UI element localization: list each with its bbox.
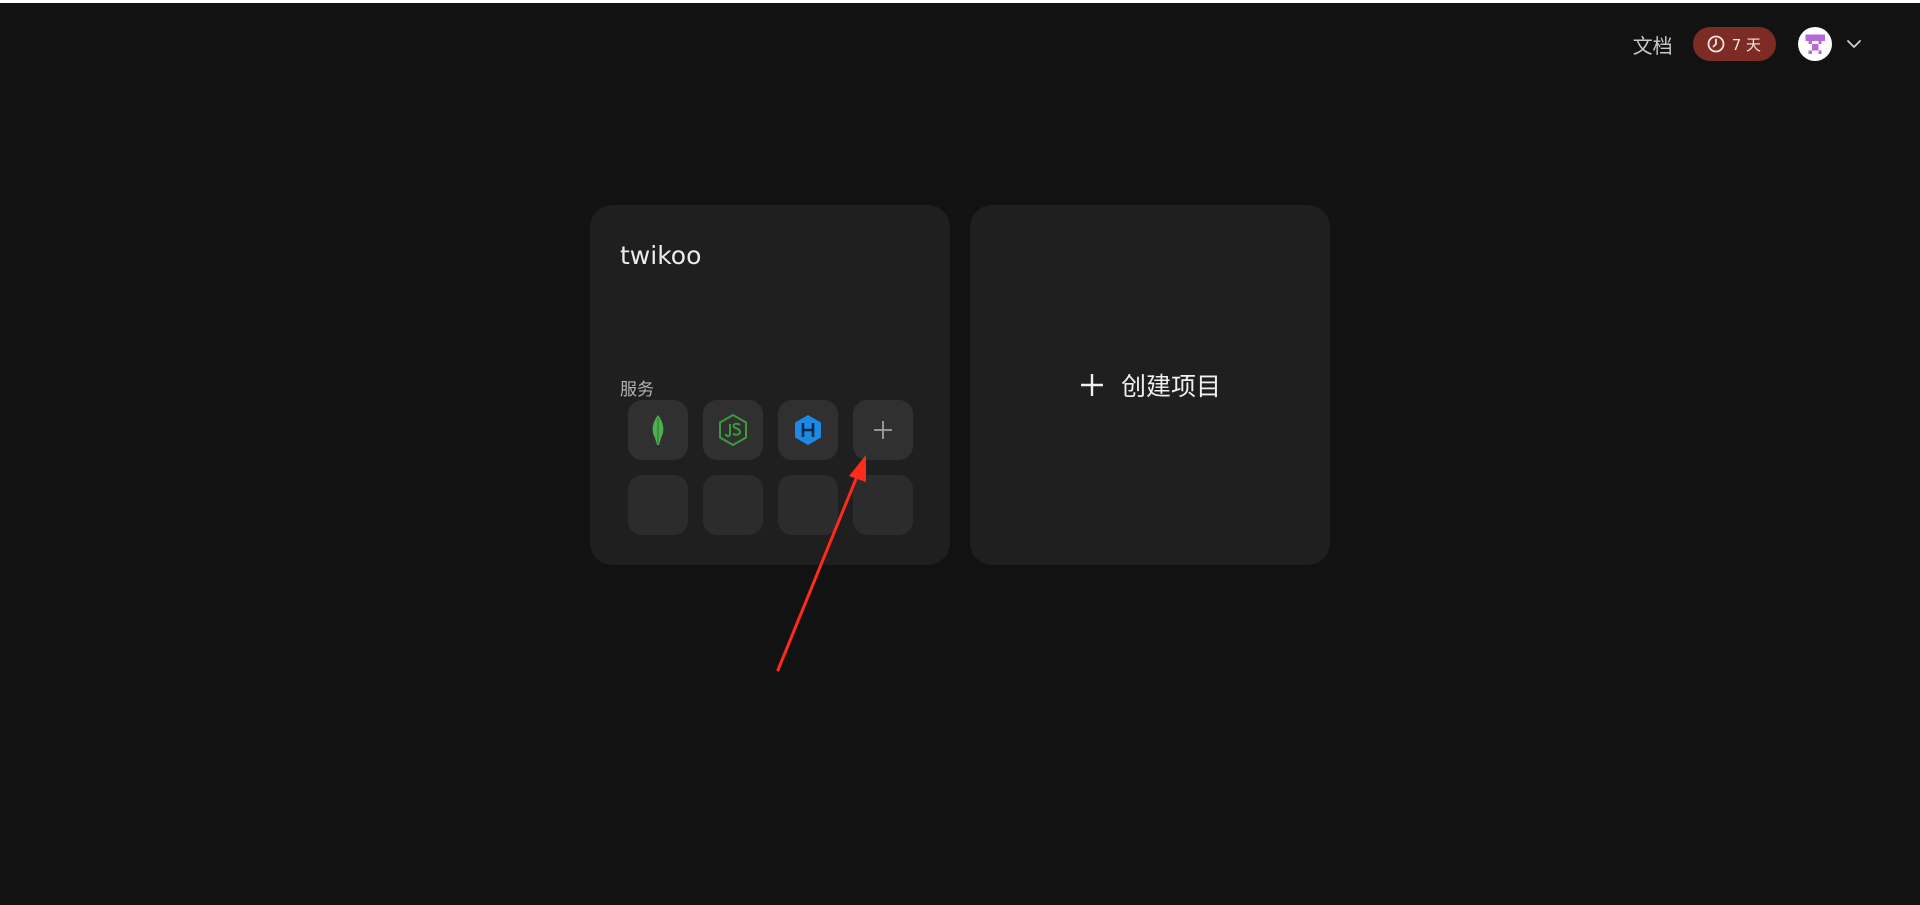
project-card[interactable]: twikoo 服务 bbox=[590, 205, 950, 565]
header: 文档 7 天 bbox=[1633, 26, 1864, 62]
mongodb-leaf-icon bbox=[652, 415, 664, 445]
top-border bbox=[0, 0, 1920, 3]
empty-service-slot bbox=[853, 475, 913, 535]
service-nodejs[interactable] bbox=[703, 400, 763, 460]
clock-icon bbox=[1706, 34, 1726, 54]
empty-service-slot bbox=[778, 475, 838, 535]
services-label: 服务 bbox=[620, 380, 654, 400]
add-service-button[interactable] bbox=[853, 400, 913, 460]
project-name: twikoo bbox=[620, 241, 702, 270]
service-grid bbox=[628, 400, 913, 535]
trial-badge[interactable]: 7 天 bbox=[1692, 27, 1776, 61]
service-hexagon[interactable] bbox=[778, 400, 838, 460]
service-mongodb[interactable] bbox=[628, 400, 688, 460]
user-menu[interactable] bbox=[1798, 27, 1864, 61]
plus-icon bbox=[874, 421, 892, 439]
hexagon-h-icon bbox=[795, 415, 821, 445]
nodejs-icon bbox=[719, 413, 747, 447]
avatar[interactable] bbox=[1798, 27, 1832, 61]
create-project-label: 创建项目 bbox=[1120, 372, 1221, 401]
empty-service-slot bbox=[703, 475, 763, 535]
annotation-arrow bbox=[776, 455, 866, 672]
chevron-down-icon[interactable] bbox=[1844, 34, 1864, 54]
trial-days-label: 7 天 bbox=[1731, 35, 1761, 54]
plus-icon bbox=[1079, 372, 1105, 398]
pixel-avatar-icon bbox=[1805, 34, 1825, 54]
empty-service-slot bbox=[628, 475, 688, 535]
docs-link[interactable]: 文档 bbox=[1633, 30, 1673, 59]
create-project-button[interactable]: 创建项目 bbox=[970, 205, 1330, 565]
create-project-content: 创建项目 bbox=[1079, 367, 1221, 403]
